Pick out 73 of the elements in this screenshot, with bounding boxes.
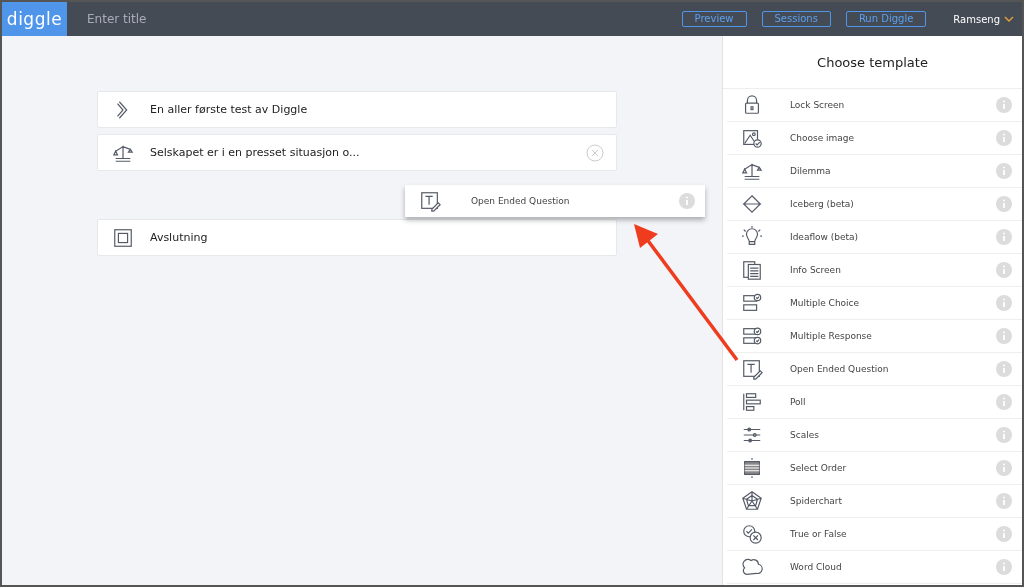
info-icon[interactable] xyxy=(996,229,1012,245)
template-item[interactable]: Word Cloud xyxy=(727,551,1022,584)
template-label: Dilemma xyxy=(790,166,832,176)
info-icon[interactable] xyxy=(996,460,1012,476)
info-icon[interactable] xyxy=(996,559,1012,575)
template-label: Open Ended Question xyxy=(790,364,890,374)
info-icon[interactable] xyxy=(996,526,1012,542)
template-item[interactable]: True or False xyxy=(727,518,1022,551)
text-edit-icon xyxy=(741,358,763,380)
info-icon[interactable] xyxy=(996,163,1012,179)
step-card[interactable]: Selskapet er i en presset situasjon o... xyxy=(97,134,617,171)
template-item[interactable]: Lock Screen xyxy=(727,89,1022,122)
template-label: Multiple Choice xyxy=(790,298,861,308)
dragged-template-card[interactable]: Open Ended Question xyxy=(405,185,705,217)
template-label: Word Cloud xyxy=(790,562,843,572)
title-field[interactable]: Enter title xyxy=(85,11,289,27)
close-icon[interactable] xyxy=(586,143,604,162)
document-icon xyxy=(741,259,763,281)
caret-icon xyxy=(1004,16,1014,22)
cloud-icon xyxy=(741,556,763,578)
checkbox-list-icon xyxy=(741,325,763,347)
template-item[interactable]: Open Ended Question xyxy=(727,353,1022,386)
info-icon[interactable] xyxy=(996,130,1012,146)
template-label: Ideaflow (beta) xyxy=(790,232,860,242)
template-label: True or False xyxy=(790,529,848,539)
info-icon[interactable] xyxy=(996,97,1012,113)
info-icon[interactable] xyxy=(996,427,1012,443)
template-item[interactable]: Ideaflow (beta) xyxy=(727,221,1022,254)
stack-icon xyxy=(741,457,763,479)
step-title: Selskapet er i en presset situasjon o... xyxy=(150,146,361,159)
template-label: Lock Screen xyxy=(790,100,846,110)
step-title: Avslutning xyxy=(150,231,209,244)
template-label: Open Ended Question xyxy=(471,196,571,206)
bar-list-icon xyxy=(741,391,763,413)
lightbulb-icon xyxy=(741,226,763,248)
template-label: Multiple Response xyxy=(790,331,873,341)
template-label: Iceberg (beta) xyxy=(790,199,855,209)
step-card[interactable]: En aller første test av Diggle xyxy=(97,91,617,128)
template-item[interactable]: Choose image xyxy=(727,122,1022,155)
info-icon[interactable] xyxy=(679,193,695,209)
template-item[interactable]: Info Screen xyxy=(727,254,1022,287)
info-icon[interactable] xyxy=(996,262,1012,278)
panel-title: Choose template xyxy=(723,36,1022,89)
info-icon[interactable] xyxy=(996,196,1012,212)
template-item[interactable]: Multiple Response xyxy=(727,320,1022,353)
template-label: Poll xyxy=(790,397,807,407)
template-label: Info Screen xyxy=(790,265,842,275)
template-item[interactable]: Dilemma xyxy=(727,155,1022,188)
template-item[interactable]: Scales xyxy=(727,419,1022,452)
template-label: Select Order xyxy=(790,463,848,473)
text-edit-icon xyxy=(419,190,441,212)
user-menu[interactable]: Ramseng xyxy=(953,13,1014,25)
info-icon[interactable] xyxy=(996,328,1012,344)
info-icon[interactable] xyxy=(996,361,1012,377)
info-icon[interactable] xyxy=(996,394,1012,410)
step-card[interactable]: Avslutning xyxy=(97,219,617,256)
template-item[interactable]: Iceberg (beta) xyxy=(727,188,1022,221)
template-label: Spiderchart xyxy=(790,496,844,506)
check-cross-icon xyxy=(741,523,763,545)
info-icon[interactable] xyxy=(996,295,1012,311)
template-item[interactable]: Poll xyxy=(727,386,1022,419)
template-item[interactable]: Spiderchart xyxy=(727,485,1022,518)
checkbox-list-icon xyxy=(741,292,763,314)
template-label: Scales xyxy=(790,430,820,440)
step-title: En aller første test av Diggle xyxy=(150,103,309,116)
template-item[interactable]: Select Order xyxy=(727,452,1022,485)
square-icon xyxy=(112,226,134,249)
info-icon[interactable] xyxy=(996,493,1012,509)
pentagon-icon xyxy=(741,490,763,512)
diamond-icon xyxy=(741,193,763,215)
template-item[interactable]: Multiple Choice xyxy=(727,287,1022,320)
template-label: Choose image xyxy=(790,133,856,143)
image-icon xyxy=(741,127,763,149)
